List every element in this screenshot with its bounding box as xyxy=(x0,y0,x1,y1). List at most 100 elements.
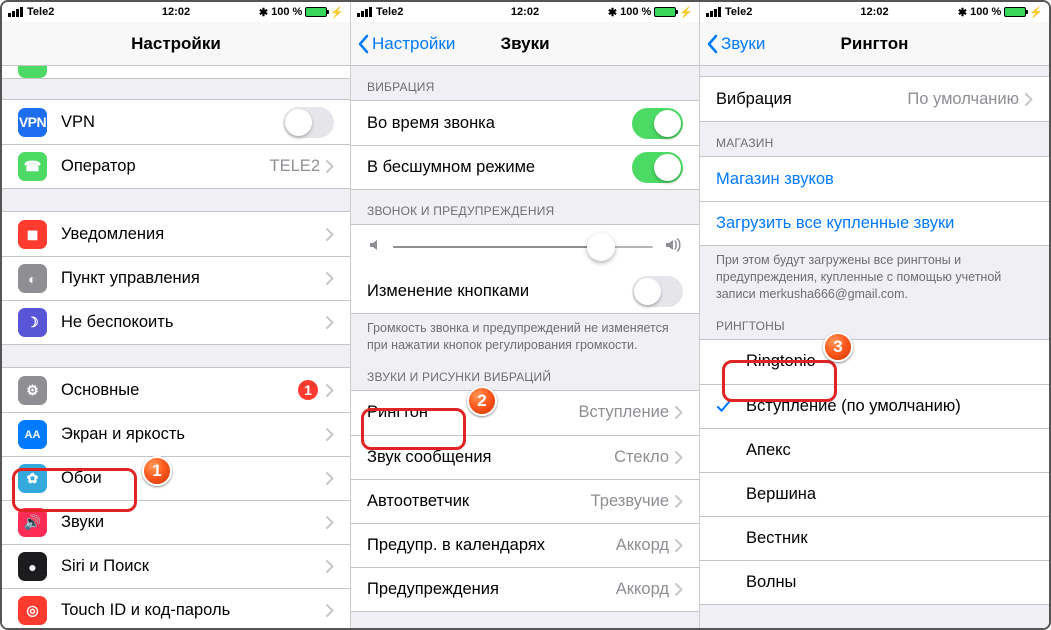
phone-sounds: Tele2 12:02 ✱ 100 % ⚡ Настройки Звуки ВИ… xyxy=(351,2,700,628)
wallpaper-icon: ✿ xyxy=(18,464,47,493)
settings-row-carrier[interactable]: ☎ Оператор TELE2 xyxy=(2,144,350,188)
row-label: Загрузить все купленные звуки xyxy=(716,214,1033,233)
row-label: Не беспокоить xyxy=(61,313,326,332)
section-patterns: ЗВУКИ И РИСУНКИ ВИБРАЦИЙ xyxy=(351,362,699,390)
badge: 1 xyxy=(298,380,318,400)
chevron-right-icon xyxy=(326,604,334,617)
row-value: Трезвучие xyxy=(591,492,669,511)
chevron-right-icon xyxy=(675,583,683,596)
toggle-vibrate-silent[interactable] xyxy=(632,152,683,183)
settings-row-wallpaper[interactable]: ✿ Обои xyxy=(2,456,350,500)
row-value: Вступление xyxy=(579,403,670,422)
row-label: Автоответчик xyxy=(367,492,591,511)
row-value: По умолчанию xyxy=(907,90,1019,109)
settings-row-notifications[interactable]: ◼ Уведомления xyxy=(2,212,350,256)
row-voicemail[interactable]: Автоответчик Трезвучие xyxy=(351,479,699,523)
chevron-right-icon xyxy=(326,428,334,441)
row-label: Рингтон xyxy=(367,403,579,422)
row-text-tone[interactable]: Звук сообщения Стекло xyxy=(351,435,699,479)
row-label: Touch ID и код-пароль xyxy=(61,601,326,620)
row-label: Оператор xyxy=(61,157,270,176)
row-vibrate-silent[interactable]: В бесшумном режиме xyxy=(351,145,699,189)
speaker-low-icon xyxy=(367,237,383,258)
settings-row-general[interactable]: ⚙ Основные 1 xyxy=(2,368,350,412)
row-label: Вестник xyxy=(746,529,1033,548)
row-change-with-buttons[interactable]: Изменение кнопками xyxy=(351,269,699,313)
row-label: Звук сообщения xyxy=(367,448,614,467)
row-label: Изменение кнопками xyxy=(367,282,632,301)
row-label: Пункт управления xyxy=(61,269,326,288)
volume-slider[interactable] xyxy=(393,246,653,248)
row-value: TELE2 xyxy=(270,157,320,176)
clock: 12:02 xyxy=(351,6,699,18)
siri-icon: ● xyxy=(18,552,47,581)
chevron-left-icon xyxy=(706,34,718,54)
control-center-icon: ◐ xyxy=(18,264,47,293)
row-reminder-alerts[interactable]: Предупреждения Аккорд xyxy=(351,567,699,611)
section-store: МАГАЗИН xyxy=(700,122,1049,156)
row-vibrate-ring[interactable]: Во время звонка xyxy=(351,101,699,145)
status-bar: Tele2 12:02 ✱ 100 % ⚡ xyxy=(351,2,699,22)
settings-row-vpn[interactable]: VPN VPN xyxy=(2,100,350,144)
row-label: Ringtonio xyxy=(746,352,1033,371)
ringer-note: Громкость звонка и предупреждений не изм… xyxy=(351,314,699,362)
back-label: Звуки xyxy=(721,34,765,54)
clock: 12:02 xyxy=(700,6,1049,18)
settings-row-control-center[interactable]: ◐ Пункт управления xyxy=(2,256,350,300)
back-button[interactable]: Звуки xyxy=(706,22,765,65)
back-button[interactable]: Настройки xyxy=(357,22,455,65)
battery-icon xyxy=(654,7,676,17)
vpn-toggle[interactable] xyxy=(283,107,334,138)
navbar: Звуки Рингтон xyxy=(700,22,1049,66)
settings-row-cut[interactable] xyxy=(2,66,350,78)
chevron-right-icon xyxy=(326,516,334,529)
settings-row-siri[interactable]: ● Siri и Поиск xyxy=(2,544,350,588)
row-label: Предупр. в календарях xyxy=(367,536,616,555)
row-label: Вступление (по умолчанию) xyxy=(746,397,1033,416)
settings-row-sounds[interactable]: 🔊 Звуки xyxy=(2,500,350,544)
ringtone-item[interactable]: Волны xyxy=(700,560,1049,604)
chevron-right-icon xyxy=(326,228,334,241)
ringtone-item[interactable]: Апекс xyxy=(700,428,1049,472)
ringtone-item[interactable]: Ringtonio xyxy=(700,340,1049,384)
check-icon xyxy=(716,399,734,414)
settings-row-dnd[interactable]: ☽ Не беспокоить xyxy=(2,300,350,344)
row-label: В бесшумном режиме xyxy=(367,158,632,177)
row-download-all[interactable]: Загрузить все купленные звуки xyxy=(700,201,1049,245)
ringtone-item[interactable]: Вступление (по умолчанию) xyxy=(700,384,1049,428)
ringtone-content[interactable]: Вибрация По умолчанию МАГАЗИН Магазин зв… xyxy=(700,66,1049,628)
volume-slider-row[interactable] xyxy=(351,225,699,269)
chevron-left-icon xyxy=(357,34,369,54)
settings-row-display[interactable]: AA Экран и яркость xyxy=(2,412,350,456)
display-icon: AA xyxy=(18,420,47,449)
toggle-change-buttons[interactable] xyxy=(632,276,683,307)
slider-thumb[interactable] xyxy=(587,233,615,261)
phone-settings: Tele2 12:02 ✱ 100 % ⚡ Настройки xyxy=(2,2,351,628)
chevron-right-icon xyxy=(675,451,683,464)
sounds-content[interactable]: ВИБРАЦИЯ Во время звонка В бесшумном реж… xyxy=(351,66,699,628)
store-note: При этом будут загружены все рингтоны и … xyxy=(700,246,1049,311)
row-label: Вибрация xyxy=(716,90,907,109)
speaker-high-icon xyxy=(663,237,683,258)
nav-title: Рингтон xyxy=(841,34,909,54)
row-label: Экран и яркость xyxy=(61,425,326,444)
battery-icon xyxy=(1004,7,1026,17)
row-label: Уведомления xyxy=(61,225,326,244)
row-tone-store[interactable]: Магазин звуков xyxy=(700,157,1049,201)
settings-row-touchid[interactable]: ◎ Touch ID и код-пароль xyxy=(2,588,350,628)
navbar: Настройки Звуки xyxy=(351,22,699,66)
chevron-right-icon xyxy=(326,560,334,573)
ringtone-item[interactable]: Вершина xyxy=(700,472,1049,516)
row-ringtone[interactable]: Рингтон Вступление xyxy=(351,391,699,435)
chevron-right-icon xyxy=(326,160,334,173)
chevron-right-icon xyxy=(326,472,334,485)
toggle-vibrate-ring[interactable] xyxy=(632,108,683,139)
back-label: Настройки xyxy=(372,34,455,54)
settings-content[interactable]: VPN VPN ☎ Оператор TELE2 ◼ Уведомления xyxy=(2,66,350,628)
row-label: Основные xyxy=(61,381,298,400)
row-calendar-alerts[interactable]: Предупр. в календарях Аккорд xyxy=(351,523,699,567)
row-vibration-pattern[interactable]: Вибрация По умолчанию xyxy=(700,77,1049,121)
ringtone-item[interactable]: Вестник xyxy=(700,516,1049,560)
chevron-right-icon xyxy=(326,316,334,329)
touchid-icon: ◎ xyxy=(18,596,47,625)
